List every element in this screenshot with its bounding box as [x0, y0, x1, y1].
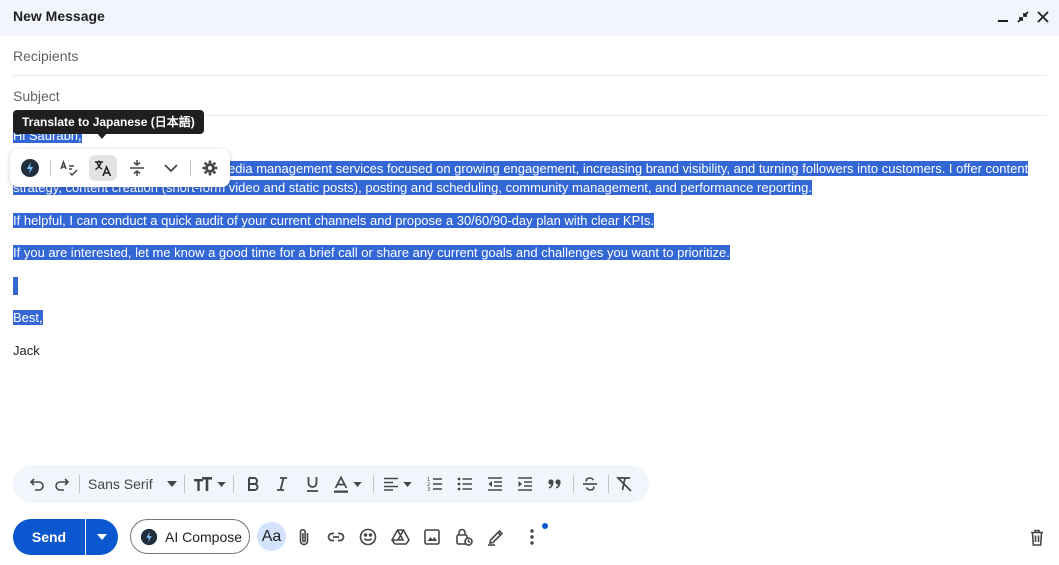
indent-more-icon[interactable]: [515, 473, 535, 495]
body-para3: If you are interested, let me know a goo…: [13, 245, 730, 260]
tooltip-arrow: [97, 133, 107, 139]
redo-icon[interactable]: [52, 473, 72, 495]
discard-draft-trash-icon[interactable]: [1026, 526, 1048, 548]
body-para1-line1: edia management services focused on grow…: [228, 161, 1029, 176]
toolbar-separator: [573, 475, 574, 493]
indent-less-icon[interactable]: [485, 473, 505, 495]
attach-file-icon[interactable]: [293, 526, 315, 548]
quote-icon[interactable]: [545, 473, 565, 495]
translate-icon[interactable]: [89, 155, 117, 181]
dropdown-arrow-icon: [167, 481, 177, 487]
insert-photo-icon[interactable]: [421, 526, 443, 548]
close-icon[interactable]: [1034, 8, 1052, 26]
compose-window: New Message Recipients Subject Hi Saurab…: [0, 0, 1059, 565]
send-button[interactable]: Send: [13, 519, 85, 555]
send-group: Send: [13, 519, 118, 555]
toolbar-separator: [233, 475, 234, 493]
toolbar-separator: [190, 160, 191, 176]
dropdown-arrow-icon: [353, 481, 362, 487]
dropdown-arrow-icon: [97, 534, 107, 540]
body-para2: If helpful, I can conduct a quick audit …: [13, 213, 654, 228]
send-options-button[interactable]: [86, 519, 118, 555]
gemini-icon: [140, 528, 158, 545]
translate-tooltip: Translate to Japanese (日本語): [13, 110, 204, 134]
dropdown-arrow-icon: [403, 481, 412, 487]
ai-selection-toolbar: [10, 149, 230, 187]
svg-text:3: 3: [427, 487, 430, 491]
shorten-icon[interactable]: [123, 155, 151, 181]
strikethrough-icon[interactable]: [580, 473, 600, 495]
formatting-options-button[interactable]: Aa: [257, 522, 286, 551]
ai-compose-label: AI Compose: [165, 528, 243, 545]
more-options-icon[interactable]: [521, 526, 543, 548]
settings-gear-icon[interactable]: [196, 155, 224, 181]
bulleted-list-icon[interactable]: [455, 473, 475, 495]
gemini-icon[interactable]: [16, 155, 44, 181]
font-family-select[interactable]: Sans Serif: [88, 473, 180, 495]
body-signature: Jack: [13, 343, 40, 358]
recipients-field[interactable]: Recipients: [13, 36, 1047, 76]
formatting-toolbar: Sans Serif 123: [13, 465, 649, 503]
numbered-list-icon[interactable]: 123: [425, 473, 445, 495]
font-size-icon[interactable]: [193, 473, 227, 495]
empty-line-selection: [13, 277, 18, 295]
align-icon[interactable]: [383, 473, 415, 495]
toolbar-separator: [184, 475, 185, 493]
underline-icon[interactable]: [302, 473, 322, 495]
toolbar-separator: [373, 475, 374, 493]
exit-fullscreen-icon[interactable]: [1014, 8, 1032, 26]
text-color-icon[interactable]: [333, 473, 367, 495]
notification-dot: [542, 523, 548, 529]
toolbar-separator: [50, 160, 51, 176]
signature-pen-icon[interactable]: [485, 526, 507, 548]
remove-formatting-icon[interactable]: [614, 473, 634, 495]
bold-icon[interactable]: [243, 473, 263, 495]
italic-icon[interactable]: [272, 473, 292, 495]
insert-link-icon[interactable]: [325, 526, 347, 548]
body-closing: Best,: [13, 310, 43, 325]
minimize-icon[interactable]: [994, 8, 1012, 26]
recipients-placeholder: Recipients: [13, 48, 79, 64]
dropdown-arrow-icon: [217, 481, 226, 487]
proofread-icon[interactable]: [55, 155, 83, 181]
google-drive-icon[interactable]: [389, 526, 411, 548]
subject-placeholder: Subject: [13, 88, 60, 104]
font-family-label: Sans Serif: [88, 476, 153, 492]
compose-title: New Message: [13, 8, 105, 24]
confidential-mode-icon[interactable]: [453, 526, 475, 548]
emoji-icon[interactable]: [357, 526, 379, 548]
toolbar-separator: [608, 475, 609, 493]
undo-icon[interactable]: [27, 473, 47, 495]
ai-compose-button[interactable]: AI Compose: [130, 519, 250, 554]
more-options-chevron-icon[interactable]: [157, 155, 185, 181]
toolbar-separator: [79, 475, 80, 493]
compose-header: New Message: [0, 0, 1059, 36]
